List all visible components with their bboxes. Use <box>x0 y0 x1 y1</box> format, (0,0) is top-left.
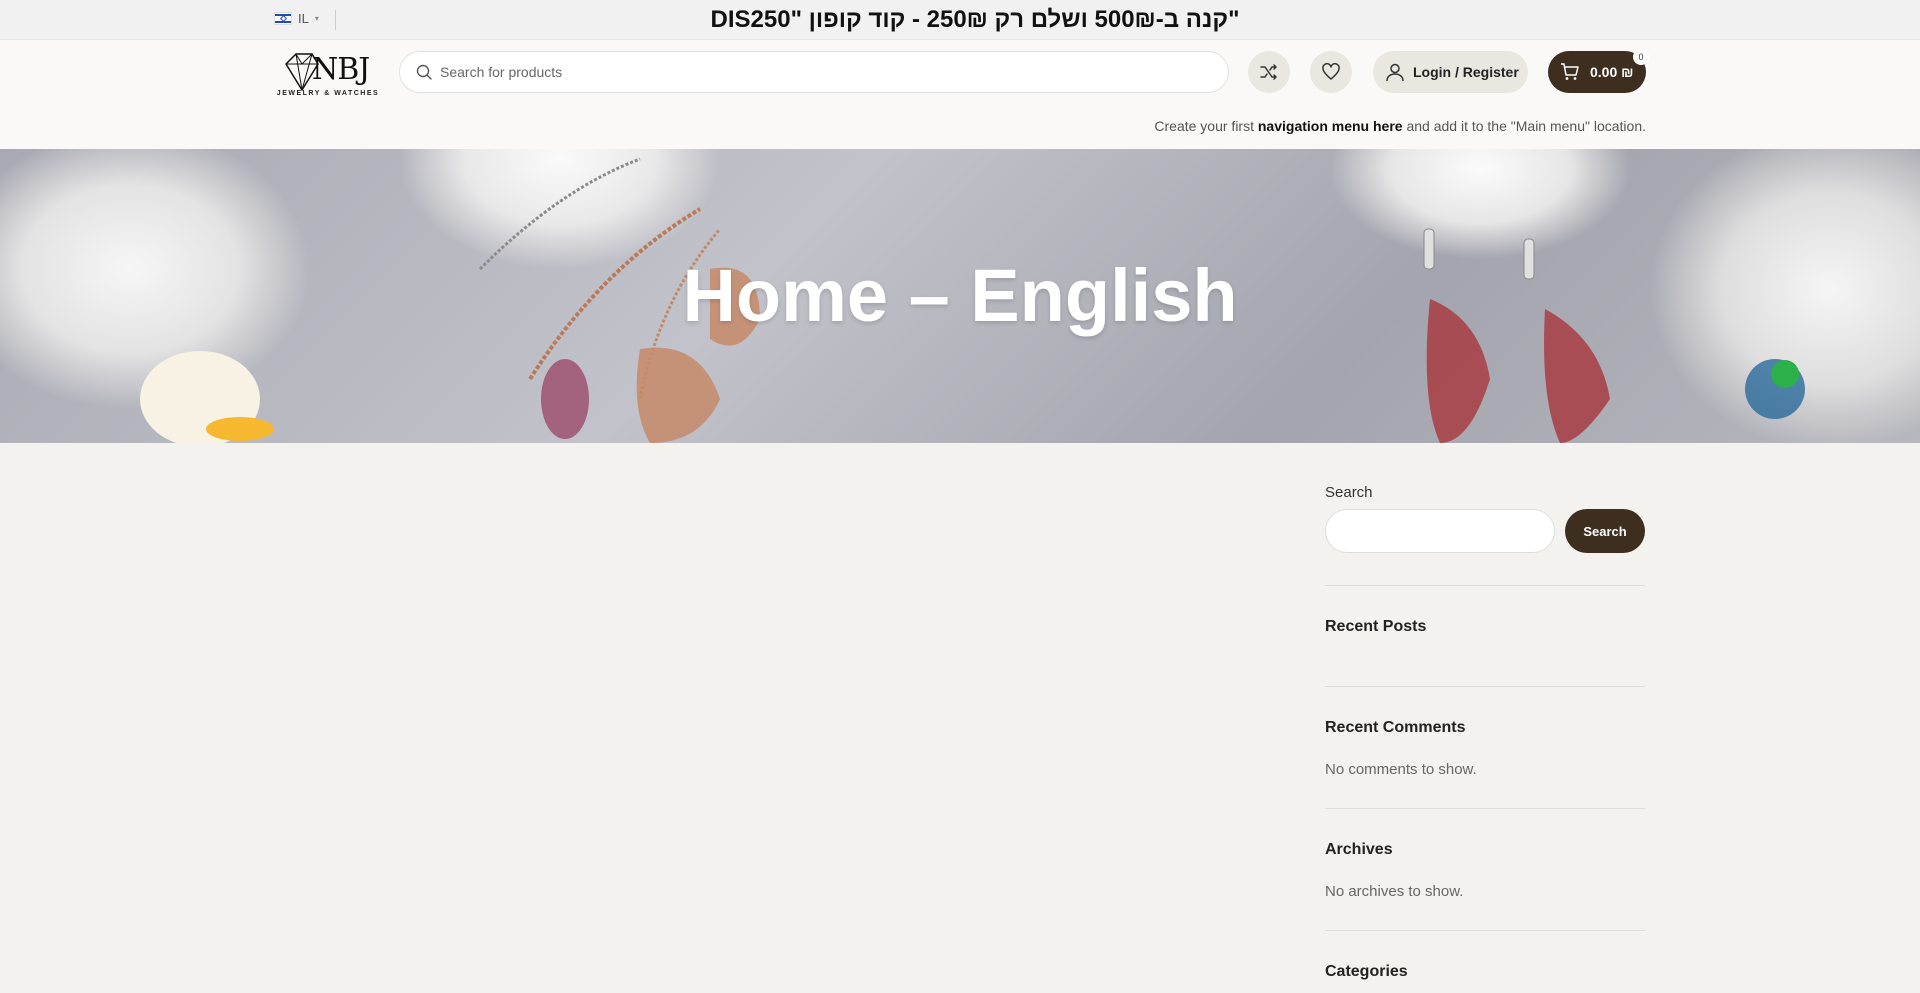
navigation-note: Create your first navigation menu here a… <box>1154 118 1646 134</box>
search-widget-label: Search <box>1325 484 1373 501</box>
wishlist-button[interactable] <box>1310 51 1352 93</box>
shuffle-icon <box>1260 64 1277 80</box>
widget-divider <box>1325 585 1645 586</box>
search-widget: Search <box>1325 509 1645 555</box>
recent-comments-title: Recent Comments <box>1325 719 1466 736</box>
recent-posts-title: Recent Posts <box>1325 618 1427 635</box>
login-register-button[interactable]: Login / Register <box>1373 51 1528 93</box>
search-input[interactable] <box>440 52 1210 92</box>
login-label: Login / Register <box>1413 64 1519 80</box>
cart-amount: 0.00 ₪ <box>1590 64 1634 80</box>
categories-title: Categories <box>1325 963 1408 980</box>
logo-subtitle: JEWELRY & WATCHES <box>276 90 380 97</box>
sidebar-search-input[interactable] <box>1325 509 1555 553</box>
logo-text: NBJ <box>312 52 370 87</box>
sidebar-search-button[interactable]: Search <box>1565 509 1645 553</box>
cart-button[interactable]: 0.00 ₪ <box>1548 51 1646 93</box>
nav-note-suffix: and add it to the "Main menu" location. <box>1402 118 1646 134</box>
archives-title: Archives <box>1325 841 1393 858</box>
sidebar: Search Search Recent Posts Recent Commen… <box>1325 484 1645 981</box>
archives-empty: No archives to show. <box>1325 883 1464 900</box>
site-logo[interactable]: NBJ JEWELRY & WATCHES <box>276 48 380 100</box>
cart-count-badge: 0 <box>1633 49 1649 65</box>
site-header: NBJ JEWELRY & WATCHES Login / Register <box>0 40 1920 149</box>
recent-comments-empty: No comments to show. <box>1325 761 1477 778</box>
product-search <box>399 51 1229 93</box>
heart-icon <box>1322 63 1340 80</box>
compare-button[interactable] <box>1248 51 1290 93</box>
top-promo-bar: IL ▾ "קנה ב-500₪ ושלם רק 250₪ - קוד קופו… <box>0 0 1920 40</box>
promo-text: "קנה ב-500₪ ושלם רק 250₪ - קוד קופון "DI… <box>710 6 1240 33</box>
widget-divider <box>1325 930 1645 931</box>
widget-divider <box>1325 808 1645 809</box>
page-title: Home – English <box>682 254 1238 337</box>
search-icon[interactable] <box>416 64 432 80</box>
nav-note-prefix: Create your first <box>1154 118 1258 134</box>
user-icon <box>1386 63 1404 82</box>
hero-banner: Home – English <box>0 149 1920 443</box>
cart-icon <box>1561 63 1579 80</box>
widget-divider <box>1325 686 1645 687</box>
nav-note-link[interactable]: navigation menu here <box>1258 118 1403 134</box>
